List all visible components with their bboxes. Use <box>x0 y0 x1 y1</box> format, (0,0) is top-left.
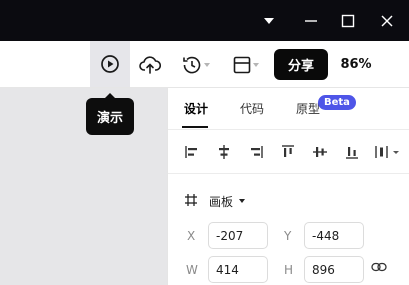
distribute-icon[interactable] <box>374 144 400 160</box>
align-left-icon[interactable] <box>184 144 200 160</box>
height-field[interactable]: 896 <box>304 256 364 283</box>
present-button[interactable] <box>90 41 130 87</box>
frame-label: 画板 <box>209 195 234 209</box>
active-tab-indicator <box>182 126 208 128</box>
align-right-icon[interactable] <box>248 144 264 160</box>
layout-icon <box>233 56 251 74</box>
chevron-down-icon <box>253 63 259 67</box>
minimize-icon <box>305 19 317 22</box>
close-button[interactable] <box>373 0 401 41</box>
present-tooltip: 演示 <box>86 93 134 135</box>
history-button[interactable] <box>178 53 214 77</box>
tab-design[interactable]: 设计 <box>184 100 208 117</box>
align-middle-vertical-icon[interactable] <box>312 144 328 160</box>
y-field[interactable]: -448 <box>304 222 364 249</box>
frame-icon <box>185 194 197 206</box>
frame-selector[interactable]: 画板 <box>168 188 409 212</box>
w-label: W <box>186 263 198 277</box>
maximize-button[interactable] <box>334 0 362 41</box>
tab-code[interactable]: 代码 <box>240 100 264 117</box>
width-field[interactable]: 414 <box>208 256 268 283</box>
x-label: X <box>187 229 196 243</box>
link-icon[interactable] <box>371 262 387 272</box>
align-top-icon[interactable] <box>280 144 296 160</box>
chevron-down-icon <box>204 63 210 67</box>
h-label: H <box>284 263 294 277</box>
caret-down-icon <box>264 17 274 24</box>
play-icon <box>101 55 119 73</box>
zoom-level[interactable]: 86% <box>336 49 376 80</box>
history-icon <box>183 56 201 74</box>
title-bar <box>0 0 409 41</box>
share-button[interactable]: 分享 <box>274 49 328 80</box>
minimize-button[interactable] <box>297 0 325 41</box>
caret-down-icon <box>239 199 245 203</box>
upload-button[interactable] <box>138 53 162 77</box>
align-center-horizontal-icon[interactable] <box>216 144 232 160</box>
alignment-toolbar <box>168 130 409 174</box>
layout-button[interactable] <box>228 53 264 77</box>
x-field[interactable]: -207 <box>208 222 268 249</box>
beta-badge: Beta <box>318 95 356 110</box>
maximize-icon <box>341 14 355 27</box>
y-label: Y <box>284 229 292 243</box>
app-window: 分享 86% 演示 设计 代码 原型 Beta 画板 X -207 Y -448… <box>0 0 409 285</box>
tab-prototype[interactable]: 原型 <box>296 100 320 117</box>
align-bottom-icon[interactable] <box>344 144 360 160</box>
properties-panel: 设计 代码 原型 Beta 画板 X -207 Y -448 W 414 H 8… <box>167 88 409 285</box>
canvas-area[interactable] <box>0 88 167 285</box>
upload-cloud-icon <box>139 56 161 74</box>
panel-tabs: 设计 代码 原型 Beta <box>168 88 409 130</box>
window-menu-button[interactable] <box>258 0 280 41</box>
close-icon <box>381 15 393 26</box>
top-toolbar: 分享 86% <box>0 41 409 88</box>
